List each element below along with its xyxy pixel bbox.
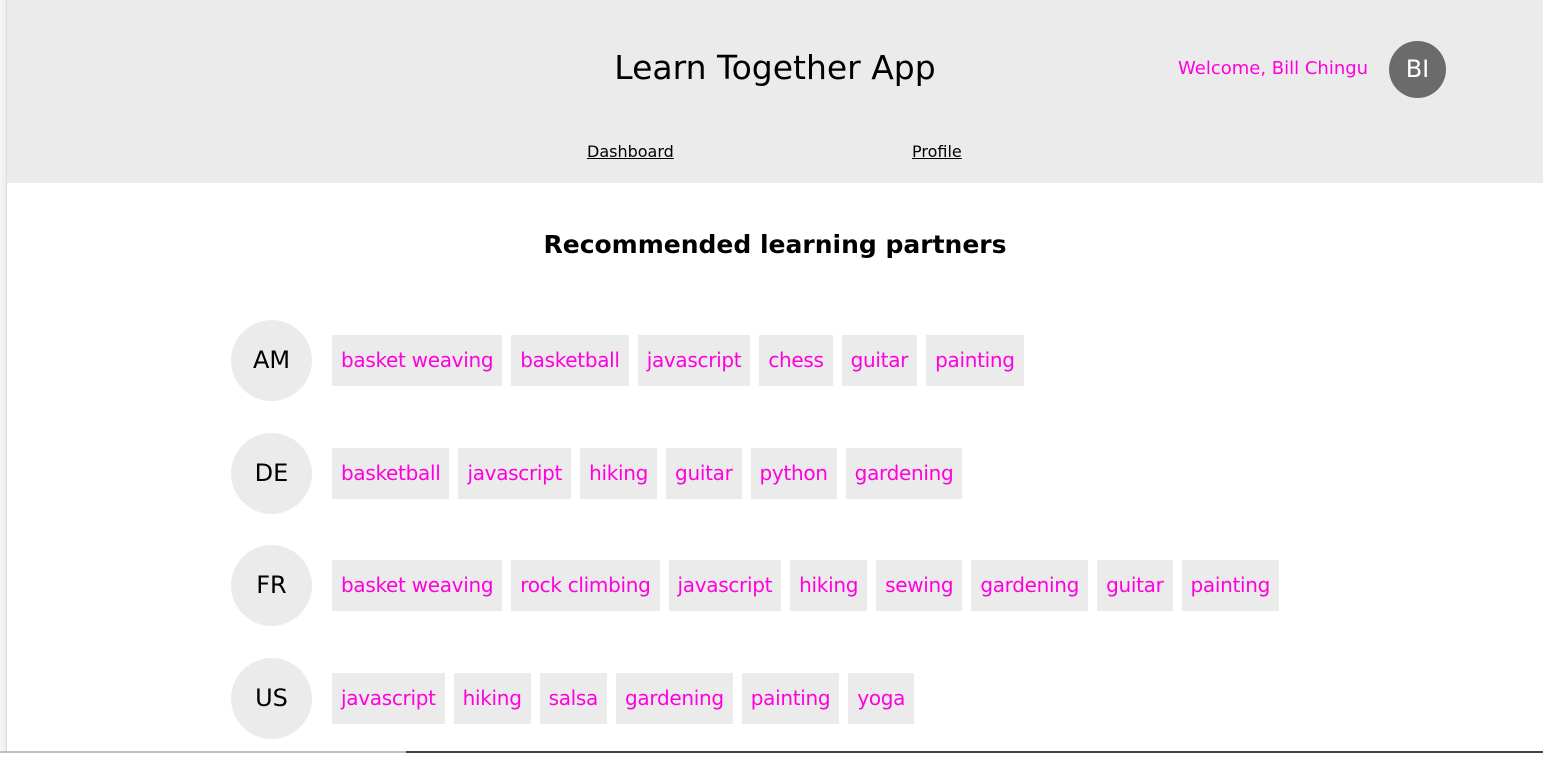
interest-tag[interactable]: javascript (332, 672, 445, 724)
partner-avatar[interactable]: FR (231, 545, 312, 626)
interest-tag[interactable]: guitar (666, 447, 742, 499)
interest-tag[interactable]: gardening (616, 672, 733, 724)
interest-tag[interactable]: basketball (511, 335, 629, 386)
app-header: Learn Together App Welcome, Bill Chingu … (7, 0, 1543, 183)
interest-tags: javascript hiking salsa gardening painting yo… (332, 672, 915, 724)
interest-tag[interactable]: gardening (845, 447, 963, 499)
interest-tags: basket weaving basketball javascript chess g… (332, 335, 1024, 386)
interest-tag[interactable]: chess (759, 335, 833, 386)
partner-avatar[interactable]: DE (231, 432, 312, 514)
partner-avatar[interactable]: US (231, 657, 312, 739)
nav-link-dashboard[interactable]: Dashboard (587, 141, 674, 163)
nav-link-profile[interactable]: Profile (912, 141, 962, 163)
partner-row: DE basketball javascript hiking guitar python… (231, 432, 1431, 514)
section-title: Recommended learning partners (543, 230, 1007, 259)
partner-row: US javascript hiking salsa gardening painting… (231, 657, 1431, 739)
interest-tag[interactable]: sewing (876, 560, 963, 611)
interest-tag[interactable]: basket weaving (332, 560, 503, 611)
user-avatar[interactable]: BI (1389, 41, 1446, 98)
interest-tag[interactable]: hiking (580, 447, 658, 499)
interest-tag[interactable]: javascript (637, 335, 751, 386)
interest-tag[interactable]: painting (741, 672, 840, 724)
window-left-edge (0, 0, 7, 753)
interest-tag[interactable]: javascript (668, 560, 782, 611)
interest-tags: basket weaving rock climbing javascript hik… (332, 560, 1280, 611)
interest-tag[interactable]: salsa (539, 672, 608, 724)
interest-tag[interactable]: python (750, 447, 837, 499)
interest-tag[interactable]: guitar (841, 335, 918, 386)
interest-tag[interactable]: painting (1181, 560, 1280, 611)
partner-row: AM basket weaving basketball javascript ches… (231, 320, 1431, 401)
interest-tag[interactable]: painting (926, 335, 1024, 386)
interest-tag[interactable]: basket weaving (332, 335, 503, 386)
interest-tag[interactable]: hiking (790, 560, 868, 611)
interest-tag[interactable]: yoga (848, 672, 915, 724)
interest-tag[interactable]: hiking (453, 672, 531, 724)
partner-list: AM basket weaving basketball javascript ches… (231, 320, 1431, 770)
interest-tag[interactable]: basketball (332, 447, 450, 499)
interest-tag[interactable]: guitar (1097, 560, 1173, 611)
partner-avatar[interactable]: AM (231, 320, 312, 401)
interest-tag[interactable]: gardening (971, 560, 1089, 611)
interest-tag[interactable]: rock climbing (511, 560, 660, 611)
partner-row: FR basket weaving rock climbing javascript h… (231, 545, 1431, 626)
welcome-message: Welcome, Bill Chingu (1178, 58, 1369, 79)
interest-tag[interactable]: javascript (458, 447, 572, 499)
interest-tags: basketball javascript hiking guitar python ga… (332, 447, 963, 499)
